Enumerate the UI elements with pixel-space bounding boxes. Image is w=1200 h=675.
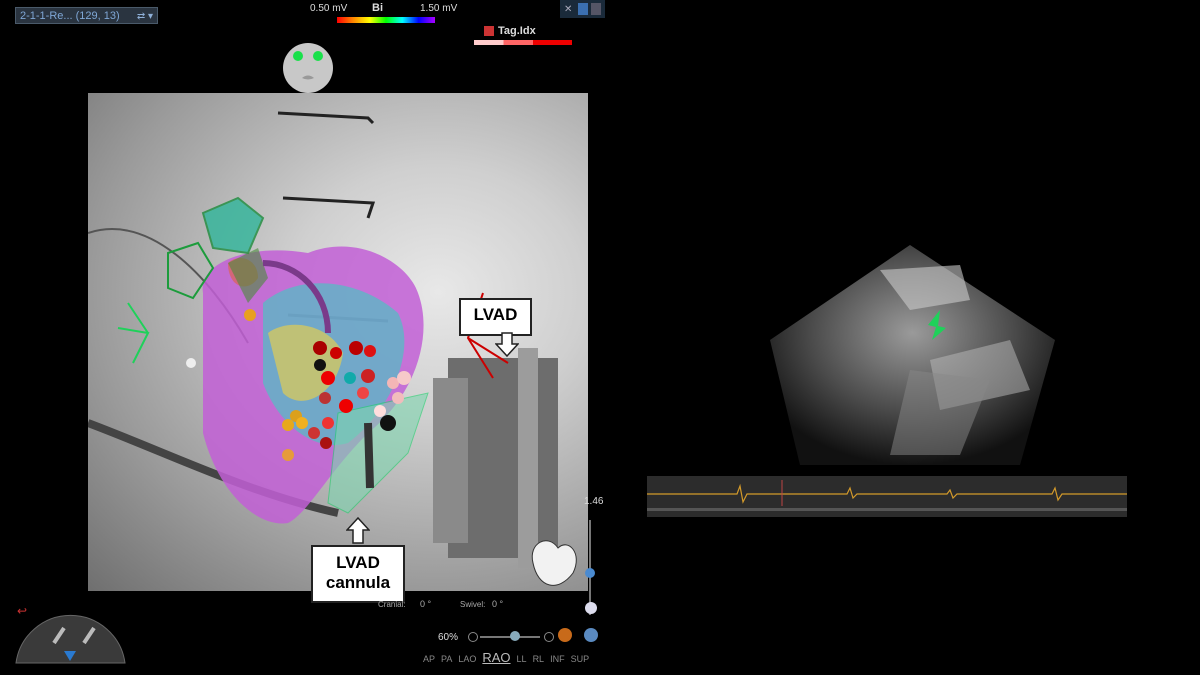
patient-head-icon: [283, 43, 333, 93]
window-tools-icon: ✕: [564, 3, 601, 15]
swivel-label: Swivel:: [460, 600, 486, 609]
svg-text:✕: ✕: [564, 4, 572, 15]
rotate-icon[interactable]: [585, 602, 597, 614]
cranial-value: 0 °: [420, 599, 432, 609]
reset-view-icon[interactable]: [584, 628, 598, 642]
view-preset-bar: AP PA LAO RAO LL RL INF SUP: [423, 650, 595, 665]
view-preset-pa[interactable]: PA: [441, 654, 452, 664]
cannula-line1: LVAD: [336, 553, 380, 572]
session-selector[interactable]: 2-1-1-Re... (129, 13) ⇄ ▾: [15, 7, 158, 24]
lvad-cannula-callout: LVAD cannula: [311, 545, 405, 603]
zoom-level: 60%: [438, 632, 459, 643]
svg-text:↩: ↩: [17, 604, 27, 618]
cranial-label: Cranial:: [378, 600, 406, 609]
view-preset-lao[interactable]: LAO: [458, 654, 476, 664]
tag-color-bar: [474, 40, 572, 45]
chevron-down-icon: ⇄ ▾: [136, 11, 153, 22]
swivel-value: 0 °: [492, 599, 504, 609]
scale-min-label: 0.50 mV: [310, 3, 348, 14]
cannula-line2: cannula: [325, 573, 391, 592]
orientation-widget[interactable]: ↩: [14, 603, 127, 665]
vertical-slider-knob[interactable]: [585, 568, 595, 578]
view-preset-ll[interactable]: LL: [517, 654, 527, 664]
view-preset-ap[interactable]: AP: [423, 654, 435, 664]
zoom-slider-knob[interactable]: [510, 631, 520, 641]
zoom-in-icon[interactable]: [544, 632, 554, 642]
tag-icon: [484, 26, 494, 36]
toolbar-icons[interactable]: ✕: [560, 0, 605, 18]
up-arrow-icon: [346, 517, 370, 544]
scale-mode-label: Bi: [372, 2, 383, 14]
view-preset-rao[interactable]: RAO: [482, 650, 510, 665]
view-preset-sup[interactable]: SUP: [571, 654, 590, 664]
tag-index-label: Tag.Idx: [498, 25, 536, 37]
session-label: 2-1-1-Re... (129, 13): [20, 10, 120, 22]
echocardiogram-image: 2: [770, 245, 1055, 465]
ecg-strip: [647, 476, 1127, 517]
capture-icon[interactable]: [558, 628, 572, 642]
view-preset-rl[interactable]: RL: [533, 654, 545, 664]
scale-max-label: 1.50 mV: [420, 3, 458, 14]
voltage-color-bar: [337, 17, 435, 23]
view-preset-inf[interactable]: INF: [550, 654, 565, 664]
side-value: 1.46: [584, 496, 604, 507]
lvad-callout: LVAD: [459, 298, 532, 336]
down-arrow-icon: [495, 332, 519, 358]
zoom-out-icon[interactable]: [468, 632, 478, 642]
